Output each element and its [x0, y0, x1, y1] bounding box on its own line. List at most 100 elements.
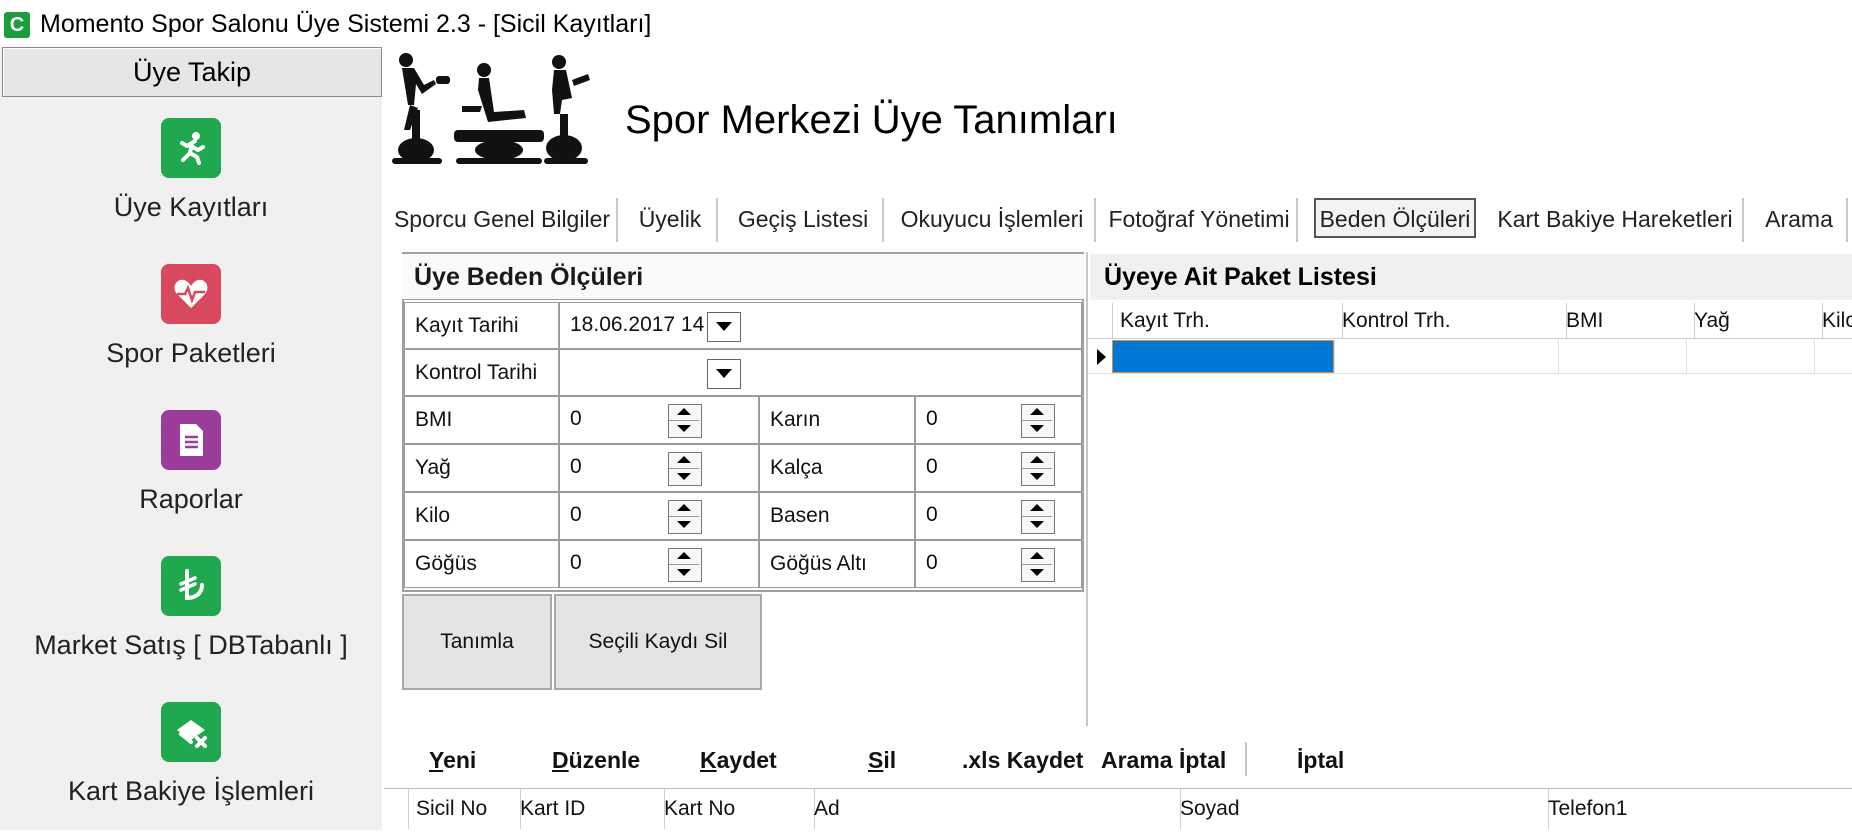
- kayit-tarihi-dropdown-icon[interactable]: [707, 312, 741, 342]
- sidebar-item-market-satis[interactable]: Market Satış [ DBTabanlı ]: [0, 548, 382, 694]
- spin-up-icon[interactable]: [1022, 549, 1052, 565]
- sidebar-item-label: Market Satış [ DBTabanlı ]: [34, 630, 348, 660]
- kalca-spin-buttons[interactable]: [1021, 452, 1055, 486]
- tab-beden-olculeri[interactable]: Beden Ölçüleri: [1314, 198, 1476, 238]
- sidebar-item-raporlar[interactable]: Raporlar: [0, 402, 382, 548]
- basen-spin-buttons[interactable]: [1021, 500, 1055, 534]
- spin-up-icon[interactable]: [669, 453, 699, 469]
- measurements-panel-title: Üye Beden Ölçüleri: [402, 254, 1084, 300]
- members-grid-header: Sicil No Kart ID Kart No Ad Soyad Telefo…: [384, 788, 1852, 830]
- kilo-spin-buttons[interactable]: [668, 500, 702, 534]
- sidebar-item-spor-paketleri[interactable]: Spor Paketleri: [0, 256, 382, 402]
- sidebar-header-button[interactable]: Üye Takip: [2, 47, 382, 97]
- access-key: K: [700, 747, 717, 773]
- grid-line: [1686, 340, 1687, 373]
- column-header[interactable]: Yağ: [1686, 303, 1823, 339]
- bmi-spin-buttons[interactable]: [668, 404, 702, 438]
- toolbar-separator: [1245, 742, 1247, 776]
- kilo-value: 0: [570, 503, 582, 526]
- column-header[interactable]: Soyad: [1172, 789, 1549, 829]
- column-header[interactable]: Kontrol Trh.: [1334, 303, 1567, 339]
- bmi-stepper[interactable]: 0: [559, 396, 759, 444]
- column-header[interactable]: Kayıt Trh.: [1112, 303, 1343, 339]
- heart-pulse-icon: [161, 264, 221, 324]
- tab-okuyucu-islemleri[interactable]: Okuyucu İşlemleri: [890, 198, 1096, 242]
- card-remove-icon: [161, 702, 221, 762]
- spin-up-icon[interactable]: [669, 405, 699, 421]
- gogus-alti-stepper[interactable]: 0: [915, 540, 1082, 588]
- grid-line: [1558, 340, 1559, 373]
- app-icon: C: [4, 12, 30, 38]
- sidebar-item-kart-bakiye[interactable]: Kart Bakiye İşlemleri: [0, 694, 382, 840]
- tanimla-button[interactable]: Tanımla: [402, 594, 552, 690]
- column-header[interactable]: Ad: [806, 789, 1181, 829]
- selected-cell[interactable]: [1112, 340, 1334, 373]
- tab-kart-bakiye-hareketleri[interactable]: Kart Bakiye Hareketleri: [1488, 198, 1744, 242]
- kalca-stepper[interactable]: 0: [915, 444, 1082, 492]
- package-list-title: Üyeye Ait Paket Listesi: [1090, 254, 1852, 300]
- gogus-alti-spin-buttons[interactable]: [1021, 548, 1055, 582]
- button-label: aydet: [716, 747, 777, 773]
- duzenle-button[interactable]: Düzenle: [552, 742, 640, 778]
- gogus-stepper[interactable]: 0: [559, 540, 759, 588]
- column-header[interactable]: Kilo: [1814, 303, 1852, 339]
- spin-up-icon[interactable]: [1022, 453, 1052, 469]
- column-header[interactable]: Kart No: [656, 789, 815, 829]
- karin-spin-buttons[interactable]: [1021, 404, 1055, 438]
- tab-gecis-listesi[interactable]: Geçiş Listesi: [724, 198, 884, 242]
- yeni-button[interactable]: Yeni: [429, 742, 476, 778]
- kalca-value: 0: [926, 455, 938, 478]
- sil-button[interactable]: Sil: [868, 742, 896, 778]
- karin-stepper[interactable]: 0: [915, 396, 1082, 444]
- cancel-button[interactable]: İptal: [1297, 742, 1344, 778]
- spin-down-icon[interactable]: [669, 469, 699, 484]
- access-key: Y: [429, 747, 444, 773]
- spin-down-icon[interactable]: [1022, 517, 1052, 532]
- kontrol-tarihi-dropdown-icon[interactable]: [707, 359, 741, 389]
- basen-value: 0: [926, 503, 938, 526]
- kilo-stepper[interactable]: 0: [559, 492, 759, 540]
- spin-down-icon[interactable]: [1022, 565, 1052, 580]
- spin-up-icon[interactable]: [1022, 501, 1052, 517]
- kaydet-button[interactable]: Kaydet: [700, 742, 777, 778]
- column-header[interactable]: Sicil No: [408, 789, 521, 829]
- kalca-label: Kalça: [759, 444, 915, 492]
- sidebar-item-label: Kart Bakiye İşlemleri: [67, 776, 315, 806]
- spin-down-icon[interactable]: [669, 565, 699, 580]
- sidebar-item-label: Spor Paketleri: [106, 338, 276, 368]
- spin-down-icon[interactable]: [669, 517, 699, 532]
- kilo-label: Kilo: [404, 492, 559, 540]
- tab-uyelik[interactable]: Üyelik: [624, 198, 718, 242]
- yag-stepper[interactable]: 0: [559, 444, 759, 492]
- spin-down-icon[interactable]: [1022, 469, 1052, 484]
- spin-up-icon[interactable]: [669, 501, 699, 517]
- lira-icon: [161, 556, 221, 616]
- window-title: Momento Spor Salonu Üye Sistemi 2.3 - [S…: [40, 10, 652, 38]
- grid-line: [1814, 340, 1815, 373]
- column-header[interactable]: Kart ID: [512, 789, 665, 829]
- spin-down-icon[interactable]: [1022, 421, 1052, 436]
- column-header[interactable]: BMI: [1558, 303, 1695, 339]
- spin-down-icon[interactable]: [669, 421, 699, 436]
- tab-fotograf-yonetimi[interactable]: Fotoğraf Yönetimi: [1102, 198, 1298, 242]
- bmi-label: BMI: [404, 396, 559, 444]
- yag-spin-buttons[interactable]: [668, 452, 702, 486]
- kontrol-tarihi-picker[interactable]: [559, 349, 1082, 396]
- kontrol-tarihi-label: Kontrol Tarihi: [404, 349, 559, 396]
- search-cancel-button[interactable]: Arama İptal: [1101, 742, 1226, 778]
- table-row[interactable]: [1088, 340, 1852, 374]
- sidebar-item-uye-kayitlari[interactable]: Üye Kayıtları: [0, 110, 382, 256]
- gogus-alti-label: Göğüs Altı: [759, 540, 915, 588]
- delete-selected-button[interactable]: Seçili Kaydı Sil: [554, 594, 762, 690]
- package-grid-header: Kayıt Trh. Kontrol Trh. BMI Yağ Kilo: [1088, 303, 1852, 339]
- spin-up-icon[interactable]: [669, 549, 699, 565]
- gogus-spin-buttons[interactable]: [668, 548, 702, 582]
- kayit-tarihi-picker[interactable]: 18.06.2017 14: [559, 302, 1082, 349]
- yag-label: Yağ: [404, 444, 559, 492]
- spin-up-icon[interactable]: [1022, 405, 1052, 421]
- tab-arama[interactable]: Arama: [1752, 198, 1848, 242]
- tab-sporcu-genel-bilgiler[interactable]: Sporcu Genel Bilgiler: [388, 198, 618, 242]
- xls-save-button[interactable]: .xls Kaydet: [962, 742, 1083, 778]
- column-header[interactable]: Telefon1: [1540, 789, 1852, 829]
- basen-stepper[interactable]: 0: [915, 492, 1082, 540]
